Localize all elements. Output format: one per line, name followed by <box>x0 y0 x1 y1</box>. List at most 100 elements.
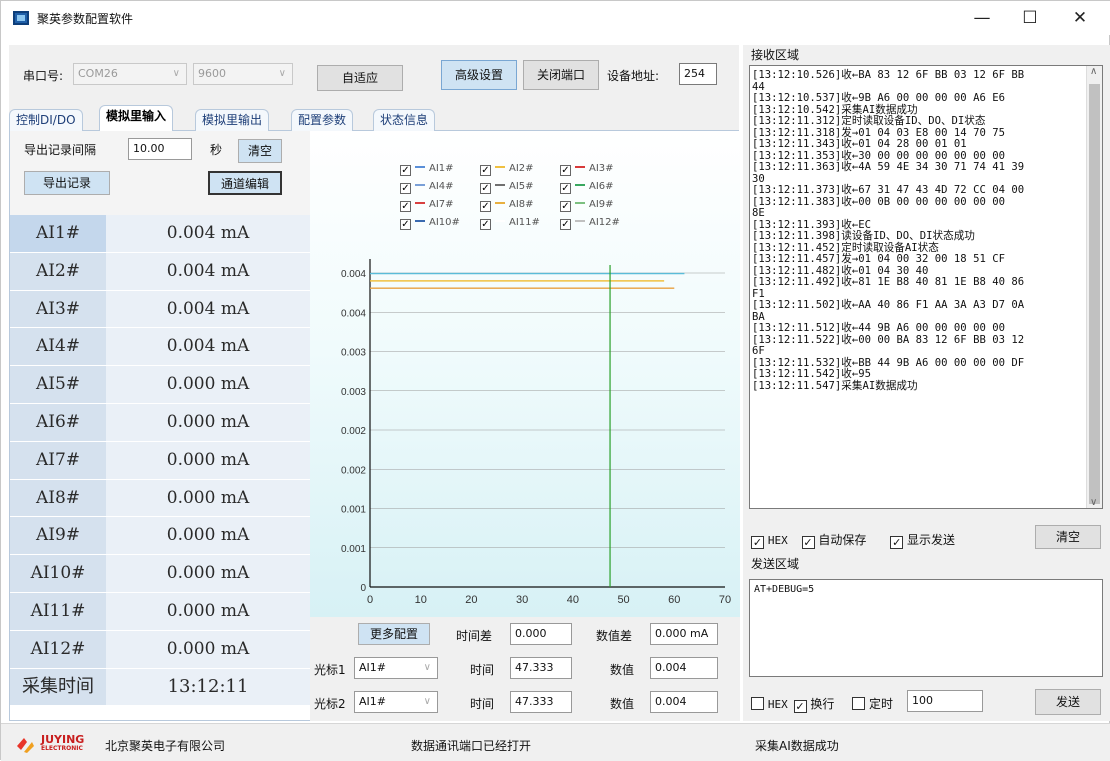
show-send-checkbox[interactable]: ✓ <box>890 536 904 549</box>
tab-3[interactable]: 模拟里输出 <box>195 109 270 131</box>
ai-row: AI7# 0.000 mA <box>10 441 310 480</box>
rx-line: [13:12:11.547]采集AI数据成功 <box>752 379 918 392</box>
export-records-button[interactable]: 导出记录 <box>24 171 110 195</box>
app-icon <box>13 11 29 25</box>
timediff-label: 时间差 <box>456 629 493 643</box>
rx-clear-button[interactable]: 清空 <box>1035 525 1101 549</box>
ai-channel-value: 0.000 mA <box>106 479 310 517</box>
timer-checkbox[interactable] <box>852 697 866 710</box>
rx-line: [13:12:11.383]收←00 0B 00 00 00 00 00 00 <box>752 195 1005 208</box>
channel-edit-button[interactable]: 通道编辑 <box>208 171 282 195</box>
address-input[interactable]: 254 <box>679 63 717 85</box>
title-bar: 聚英参数配置软件 — ☐ ✕ <box>1 1 1110 35</box>
maximize-button[interactable]: ☐ <box>1007 7 1053 31</box>
x-tick-label: 20 <box>465 594 477 606</box>
rx-scrollbar[interactable]: ∧ ∨ <box>1086 66 1102 508</box>
y-tick-label: 0.001 <box>341 505 366 516</box>
ai-channel-value: 0.000 mA <box>106 517 310 555</box>
ai-channel-name: AI4# <box>10 328 106 366</box>
toolbar: 串口号: COM26 ∨ 9600 ∨ 自适应 高级设置 关闭端口 设备地址: 25… <box>9 45 739 105</box>
rx-line: [13:12:11.512]收←44 9B A6 00 00 00 00 00 <box>752 322 1005 334</box>
x-tick-label: 10 <box>415 594 427 606</box>
left-pane: 串口号: COM26 ∨ 9600 ∨ 自适应 高级设置 关闭端口 设备地址: 25… <box>9 45 740 721</box>
cursor1-value: 0.004 <box>650 657 718 679</box>
send-button[interactable]: 发送 <box>1035 689 1101 715</box>
rx-textarea[interactable]: [13:12:10.526]收←BA 83 12 6F BB 03 12 6F … <box>749 65 1103 509</box>
port-value: COM26 <box>78 67 118 80</box>
ai-channel-value: 0.004 mA <box>106 215 310 252</box>
ai-channel-value: 0.004 mA <box>106 328 310 366</box>
cursor2-value: 0.004 <box>650 691 718 713</box>
scroll-down-icon[interactable]: ∨ <box>1090 497 1097 508</box>
ai-input-panel: 导出记录间隔 10.00 秒 清空 导出记录 通道编辑 AI1# 0.004 mA… <box>9 131 740 721</box>
port-status: 数据通讯端口已经打开 <box>411 739 532 753</box>
chevron-down-icon: ∨ <box>278 68 286 79</box>
right-pane: 接收区域 [13:12:10.526]收←BA 83 12 6F BB 03 1… <box>743 45 1110 721</box>
ai-channel-name: AI11# <box>10 592 106 630</box>
y-tick-label: 0.004 <box>341 269 366 280</box>
ai-channel-name: AI8# <box>10 479 106 517</box>
tab-4[interactable]: 配置参数 <box>291 109 354 131</box>
scroll-up-icon[interactable]: ∧ <box>1090 66 1097 77</box>
export-controls: 导出记录间隔 10.00 秒 清空 导出记录 通道编辑 <box>10 131 310 217</box>
close-port-button[interactable]: 关闭端口 <box>523 60 599 90</box>
x-tick-label: 30 <box>516 594 528 606</box>
more-config-button[interactable]: 更多配置 <box>358 623 430 645</box>
ai-row: AI1# 0.004 mA <box>10 215 310 253</box>
brand-sub: ELECTRONIC <box>41 745 83 752</box>
ai-channel-name: AI12# <box>10 630 106 668</box>
chart-area: ✓ AI1# ✓ AI2# ✓ AI3# ✓ AI4# ✓ AI5# ✓ AI6# ✓ AI7# ✓ AI8#… <box>310 131 740 617</box>
ai-channel-name: AI7# <box>10 441 106 479</box>
rx-hex-checkbox[interactable]: ✓ <box>751 536 764 549</box>
tab-2[interactable]: 模拟里输入 <box>99 105 174 132</box>
rx-line: [13:12:10.526]收←BA 83 12 6F BB 03 12 6F … <box>752 69 1025 81</box>
minimize-button[interactable]: — <box>959 7 1005 31</box>
ai-channel-name: AI10# <box>10 555 106 592</box>
ai-channel-name: AI9# <box>10 517 106 555</box>
advanced-settings-button[interactable]: 高级设置 <box>441 60 517 90</box>
ai-channel-value: 0.000 mA <box>106 592 310 630</box>
cursor1-channel-select[interactable]: AI1# ∨ <box>354 657 438 679</box>
newline-checkbox[interactable]: ✓ <box>793 700 807 713</box>
rx-line: [13:12:11.373]收←67 31 47 43 4D 72 CC 04 … <box>752 184 1025 196</box>
rx-content: [13:12:10.526]收←BA 83 12 6F BB 03 12 6F … <box>750 66 1086 392</box>
cursor2-time: 47.333 <box>510 691 572 713</box>
tx-hex-label: HEX <box>767 698 788 711</box>
ai-channel-name: AI6# <box>10 403 106 441</box>
timer-input[interactable]: 100 <box>907 690 983 712</box>
x-tick-label: 70 <box>719 594 731 606</box>
cursor1-time-label: 时间 <box>470 663 495 677</box>
rx-line: [13:12:11.457]发→01 04 00 32 00 18 51 CF <box>752 253 1005 265</box>
autosave-checkbox[interactable]: ✓ <box>801 536 815 549</box>
ai-channel-value: 0.000 mA <box>106 555 310 592</box>
ai-row: AI5# 0.000 mA <box>10 366 310 404</box>
newline-label: 换行 <box>810 697 835 711</box>
tx-textarea[interactable]: AT+DEBUG=5 <box>749 579 1103 677</box>
ai-row: AI12# 0.000 mA <box>10 630 310 669</box>
tx-hex-checkbox[interactable] <box>751 697 764 710</box>
x-tick-label: 40 <box>567 594 579 606</box>
y-tick-label: 0.001 <box>341 544 366 555</box>
cursor1-value-label: 数值 <box>610 663 635 677</box>
close-button[interactable]: ✕ <box>1057 7 1103 31</box>
ai-channel-name: AI1# <box>10 215 106 252</box>
auto-detect-button[interactable]: 自适应 <box>317 65 403 91</box>
rx-line: [13:12:11.542]收←95 <box>752 368 872 380</box>
ai-channel-value: 0.000 mA <box>106 630 310 668</box>
baud-select[interactable]: 9600 ∨ <box>193 63 293 85</box>
cursor2-channel-select[interactable]: AI1# ∨ <box>354 691 438 713</box>
ai-channel-value: 0.004 mA <box>106 290 310 328</box>
rx-line: [13:12:11.522]收←00 00 BA 83 12 6F BB 03 … <box>752 333 1025 346</box>
cursor1-channel: AI1# <box>359 661 386 674</box>
interval-input[interactable]: 10.00 <box>128 138 192 160</box>
tab-5[interactable]: 状态信息 <box>373 109 436 131</box>
ai-channel-name: AI3# <box>10 290 106 328</box>
scroll-thumb[interactable] <box>1089 84 1100 504</box>
tab-1[interactable]: 控制DI/DO <box>9 109 83 131</box>
rx-hex-label: HEX <box>767 534 788 547</box>
port-select[interactable]: COM26 ∨ <box>73 63 187 85</box>
autosave-label: 自动保存 <box>818 533 867 547</box>
rx-line: [13:12:11.343]收←01 04 28 00 01 01 <box>752 138 967 150</box>
ai-channel-value: 0.000 mA <box>106 366 310 403</box>
clear-records-button[interactable]: 清空 <box>238 139 282 163</box>
